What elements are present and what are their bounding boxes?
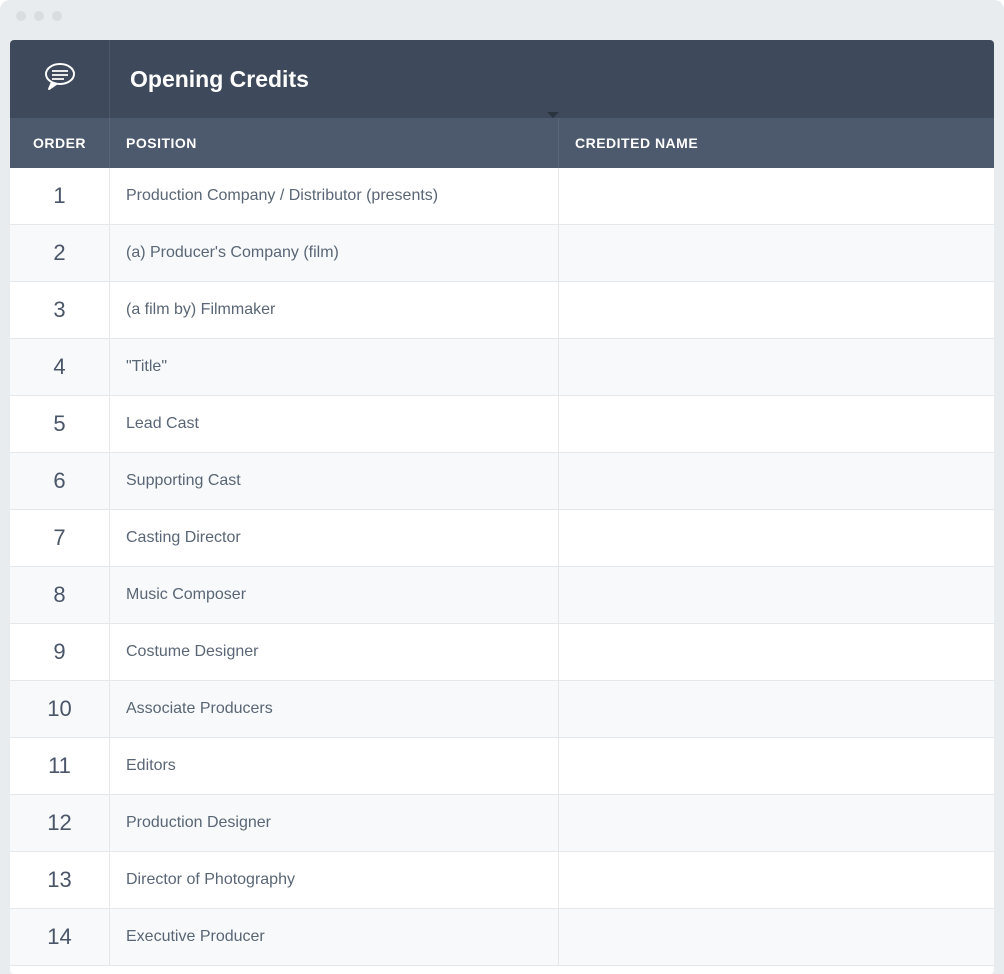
window-maximize-dot[interactable]: [52, 11, 62, 21]
cell-order: 4: [10, 339, 110, 395]
cell-position[interactable]: Casting Director: [110, 510, 559, 566]
cell-credited-name[interactable]: [559, 168, 994, 224]
cell-credited-name[interactable]: [559, 624, 994, 680]
page-title: Opening Credits: [110, 66, 309, 93]
cell-position[interactable]: Supporting Cast: [110, 453, 559, 509]
cell-credited-name[interactable]: [559, 909, 994, 965]
table-row[interactable]: 7Casting Director: [10, 510, 994, 567]
cell-position[interactable]: "Title": [110, 339, 559, 395]
cell-position[interactable]: Director of Photography: [110, 852, 559, 908]
cell-credited-name[interactable]: [559, 453, 994, 509]
cell-position[interactable]: Associate Producers: [110, 681, 559, 737]
cell-position[interactable]: Production Company / Distributor (presen…: [110, 168, 559, 224]
window-titlebar: [0, 0, 1004, 32]
table-row[interactable]: 14Executive Producer: [10, 909, 994, 966]
cell-order: 9: [10, 624, 110, 680]
window-close-dot[interactable]: [16, 11, 26, 21]
window-minimize-dot[interactable]: [34, 11, 44, 21]
table-body: 1Production Company / Distributor (prese…: [10, 168, 994, 974]
cell-position[interactable]: Executive Producer: [110, 909, 559, 965]
table-header: Opening Credits: [10, 40, 994, 118]
app-window: Opening Credits ORDER POSITION CREDITED …: [0, 0, 1004, 974]
column-header-position[interactable]: POSITION: [110, 118, 559, 168]
cell-order: 14: [10, 909, 110, 965]
cell-credited-name[interactable]: [559, 396, 994, 452]
cell-credited-name[interactable]: [559, 852, 994, 908]
cell-order: 2: [10, 225, 110, 281]
cell-position[interactable]: (a) Producer's Company (film): [110, 225, 559, 281]
table-row[interactable]: 11Editors: [10, 738, 994, 795]
cell-position[interactable]: Music Composer: [110, 567, 559, 623]
cell-order: 8: [10, 567, 110, 623]
table-row[interactable]: 13Director of Photography: [10, 852, 994, 909]
table-row[interactable]: 3(a film by) Filmmaker: [10, 282, 994, 339]
cell-credited-name[interactable]: [559, 510, 994, 566]
table-row[interactable]: 12Production Designer: [10, 795, 994, 852]
cell-order: 6: [10, 453, 110, 509]
table-row[interactable]: 5Lead Cast: [10, 396, 994, 453]
table-row[interactable]: 10Associate Producers: [10, 681, 994, 738]
cell-position[interactable]: (a film by) Filmmaker: [110, 282, 559, 338]
sort-indicator-icon: [547, 112, 559, 118]
column-header-position-label: POSITION: [126, 135, 197, 151]
cell-order: 11: [10, 738, 110, 794]
cell-credited-name[interactable]: [559, 738, 994, 794]
column-headers: ORDER POSITION CREDITED NAME: [10, 118, 994, 168]
cell-position[interactable]: Editors: [110, 738, 559, 794]
cell-order: 10: [10, 681, 110, 737]
cell-credited-name[interactable]: [559, 339, 994, 395]
cell-order: 3: [10, 282, 110, 338]
cell-position[interactable]: Production Designer: [110, 795, 559, 851]
cell-credited-name[interactable]: [559, 795, 994, 851]
cell-position[interactable]: Lead Cast: [110, 396, 559, 452]
header-icon-cell: [10, 40, 110, 118]
column-header-order[interactable]: ORDER: [10, 118, 110, 168]
column-header-credited-name[interactable]: CREDITED NAME: [559, 118, 994, 168]
cell-credited-name[interactable]: [559, 282, 994, 338]
cell-credited-name[interactable]: [559, 567, 994, 623]
cell-order: 1: [10, 168, 110, 224]
cell-credited-name[interactable]: [559, 225, 994, 281]
cell-order: 12: [10, 795, 110, 851]
table-row[interactable]: 6Supporting Cast: [10, 453, 994, 510]
table-row[interactable]: 9Costume Designer: [10, 624, 994, 681]
cell-order: 5: [10, 396, 110, 452]
table-row[interactable]: 4"Title": [10, 339, 994, 396]
table-row[interactable]: 2(a) Producer's Company (film): [10, 225, 994, 282]
speech-bubble-icon: [42, 59, 78, 100]
cell-order: 13: [10, 852, 110, 908]
table-row[interactable]: 8Music Composer: [10, 567, 994, 624]
cell-order: 7: [10, 510, 110, 566]
cell-credited-name[interactable]: [559, 681, 994, 737]
content-panel: Opening Credits ORDER POSITION CREDITED …: [10, 40, 994, 974]
cell-position[interactable]: Costume Designer: [110, 624, 559, 680]
table-row[interactable]: 1Production Company / Distributor (prese…: [10, 168, 994, 225]
